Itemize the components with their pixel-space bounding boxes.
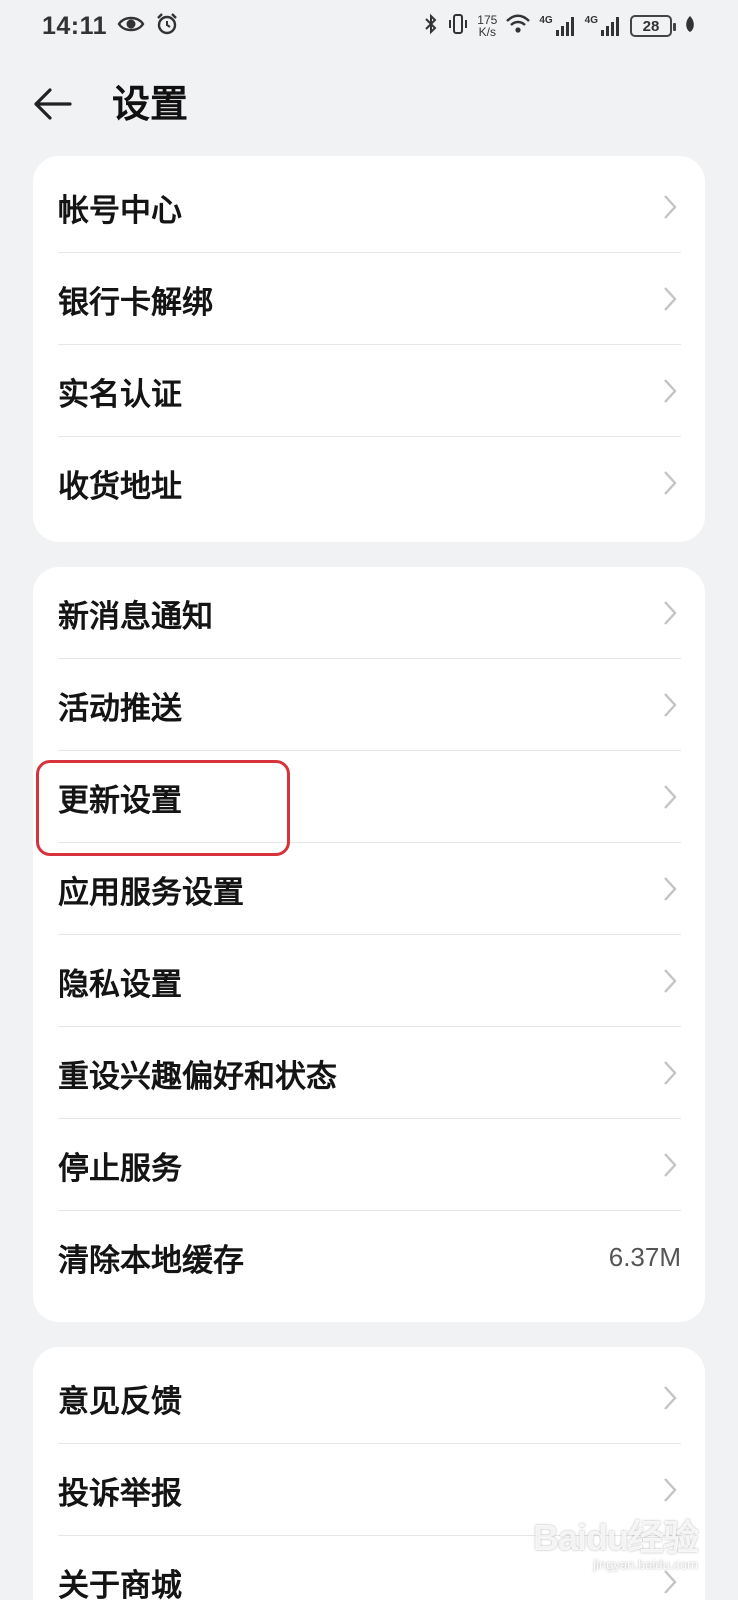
settings-item-label: 新消息通知 xyxy=(58,598,213,635)
chevron-right-icon xyxy=(659,1058,681,1088)
settings-item-label: 实名认证 xyxy=(58,376,182,413)
app-header: 设置 xyxy=(0,62,738,146)
settings-item-app-service-settings[interactable]: 应用服务设置 xyxy=(33,843,705,935)
chevron-right-icon xyxy=(659,468,681,498)
settings-item-unbind-bank-card[interactable]: 银行卡解绑 xyxy=(33,253,705,345)
chevron-right-icon xyxy=(659,284,681,314)
settings-item-stop-service[interactable]: 停止服务 xyxy=(33,1119,705,1211)
chevron-right-icon xyxy=(659,782,681,812)
signal-icon-2: 4G xyxy=(585,15,622,37)
battery-indicator: 28 xyxy=(630,15,676,37)
leaf-icon xyxy=(684,14,696,38)
chevron-right-icon xyxy=(659,874,681,904)
settings-item-label: 应用服务设置 xyxy=(58,874,244,911)
settings-item-privacy-settings[interactable]: 隐私设置 xyxy=(33,935,705,1027)
settings-item-label: 隐私设置 xyxy=(58,966,182,1003)
eye-icon xyxy=(117,14,145,38)
chevron-right-icon xyxy=(659,598,681,628)
vibrate-icon xyxy=(447,12,469,40)
arrow-left-icon xyxy=(34,88,72,120)
settings-group-account: 帐号中心 银行卡解绑 实名认证 收货地址 xyxy=(33,156,705,542)
settings-item-label: 活动推送 xyxy=(58,690,182,727)
watermark-url: jingyan.baidu.com xyxy=(593,1557,698,1572)
settings-item-new-message-notification[interactable]: 新消息通知 xyxy=(33,567,705,659)
network-speed: 175 K/s xyxy=(477,13,498,39)
watermark-logo: Baidu经验 xyxy=(532,1517,699,1558)
back-button[interactable] xyxy=(28,80,76,128)
chevron-right-icon xyxy=(659,1383,681,1413)
settings-item-update-settings[interactable]: 更新设置 xyxy=(33,751,705,843)
chevron-right-icon xyxy=(659,690,681,720)
settings-item-account-center[interactable]: 帐号中心 xyxy=(33,161,705,253)
status-time: 14:11 xyxy=(42,11,108,40)
alarm-icon xyxy=(155,12,179,40)
settings-item-shipping-address[interactable]: 收货地址 xyxy=(33,437,705,529)
settings-item-label: 帐号中心 xyxy=(58,192,182,229)
chevron-right-icon xyxy=(659,192,681,222)
settings-item-label: 银行卡解绑 xyxy=(58,284,213,321)
page-title: 设置 xyxy=(112,82,189,126)
settings-item-clear-cache[interactable]: 清除本地缓存 6.37M xyxy=(33,1211,705,1303)
settings-item-label: 停止服务 xyxy=(58,1150,182,1187)
settings-item-label: 收货地址 xyxy=(58,468,182,505)
settings-item-real-name[interactable]: 实名认证 xyxy=(33,345,705,437)
wifi-icon xyxy=(505,13,531,39)
settings-item-label: 投诉举报 xyxy=(58,1475,182,1512)
baidu-watermark: Baidu经验 jingyan.baidu.com xyxy=(532,1509,699,1572)
settings-item-label: 清除本地缓存 xyxy=(58,1242,244,1279)
settings-item-feedback[interactable]: 意见反馈 xyxy=(33,1352,705,1444)
chevron-right-icon xyxy=(659,1475,681,1505)
settings-item-activity-push[interactable]: 活动推送 xyxy=(33,659,705,751)
chevron-right-icon xyxy=(659,376,681,406)
settings-item-label: 更新设置 xyxy=(58,782,182,819)
status-bar: 14:11 175 K/s 4G 4G 28 xyxy=(0,0,738,52)
settings-item-label: 重设兴趣偏好和状态 xyxy=(58,1058,337,1095)
chevron-right-icon xyxy=(659,1150,681,1180)
chevron-right-icon xyxy=(659,966,681,996)
settings-item-reset-preferences[interactable]: 重设兴趣偏好和状态 xyxy=(33,1027,705,1119)
signal-icon: 4G xyxy=(539,15,576,37)
settings-group-app: 新消息通知 活动推送 更新设置 应用服务设置 隐私设置 重设兴趣偏好和状态 停止… xyxy=(33,567,705,1322)
cache-size-value: 6.37M xyxy=(608,1241,681,1272)
bluetooth-icon xyxy=(423,12,439,40)
settings-item-label: 意见反馈 xyxy=(58,1383,182,1420)
